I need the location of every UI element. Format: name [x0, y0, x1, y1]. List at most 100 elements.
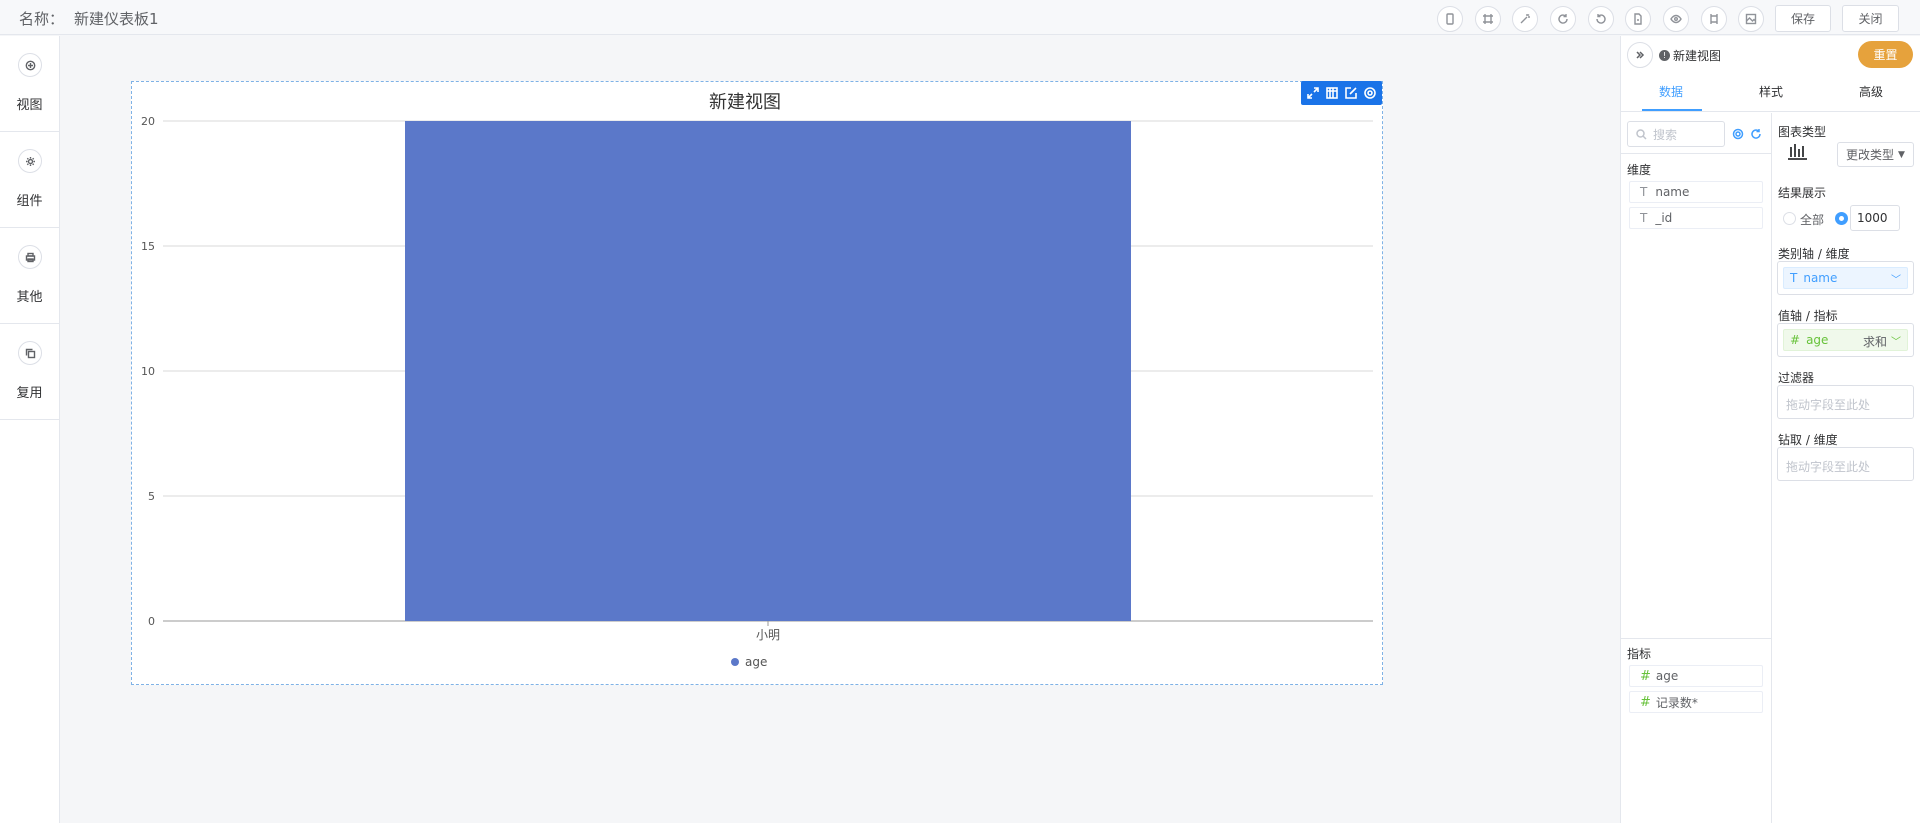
y-tick-label: 10 — [141, 365, 155, 378]
sidebar-item-label: 复用 — [16, 386, 43, 401]
result-limit-radio[interactable] — [1835, 212, 1848, 225]
change-type-dropdown[interactable]: 更改类型 ▼ — [1837, 142, 1914, 167]
component-sidebar: 视图 组件 其他 复用 — [0, 36, 60, 823]
x-tick-label: 小明 — [756, 628, 780, 642]
chart-config: 图表类型 更改类型 ▼ 结果展示 全部 1000 类别轴 / 维度 Tname ﹀ … — [1772, 113, 1920, 823]
number-type-icon: # — [1640, 668, 1651, 684]
dimension-section-label: 维度 — [1627, 163, 1652, 177]
caret-down-icon: ▼ — [1898, 149, 1905, 160]
copy-icon — [25, 348, 35, 358]
eye-icon — [1670, 14, 1682, 24]
bar[interactable] — [405, 121, 1131, 621]
field-search-input[interactable]: 搜索 — [1627, 121, 1725, 147]
legend-marker[interactable] — [731, 658, 739, 666]
sidebar-item-other[interactable]: 其他 — [0, 228, 59, 324]
chart-title: 新建视图 — [709, 92, 781, 113]
sidebar-item-reuse[interactable]: 复用 — [0, 324, 59, 420]
dataset-settings-button[interactable] — [1732, 128, 1744, 140]
aggregation-label: 求和 — [1862, 335, 1887, 349]
dashboard-name[interactable]: 新建仪表板1 — [74, 10, 159, 28]
grid-button[interactable] — [1475, 6, 1501, 32]
y-tick-label: 5 — [148, 490, 155, 503]
undo-icon — [1596, 14, 1606, 24]
view-title: ! 新建视图 — [1659, 47, 1721, 64]
bar-chart-icon[interactable] — [1786, 141, 1808, 161]
sidebar-item-label: 视图 — [16, 98, 43, 113]
drill-dropzone[interactable]: 拖动字段至此处 — [1777, 447, 1914, 481]
y-tick-label: 15 — [141, 240, 155, 253]
refresh-button[interactable] — [1550, 6, 1576, 32]
search-icon — [1636, 128, 1647, 140]
background-button[interactable] — [1738, 6, 1764, 32]
document-button[interactable] — [1625, 6, 1651, 32]
filter-placeholder: 拖动字段至此处 — [1786, 398, 1871, 412]
sidebar-item-component[interactable]: 组件 — [0, 132, 59, 228]
bar-chart[interactable]: 新建视图 0 5 10 15 20 小明 age — [131, 81, 1383, 685]
dimension-field[interactable]: T _id — [1629, 207, 1763, 229]
chevron-down-icon[interactable]: ﹀ — [1891, 271, 1901, 286]
view-name: 新建视图 — [1673, 49, 1722, 63]
tab-data[interactable]: 数据 — [1621, 78, 1721, 112]
reset-button[interactable]: 重置 — [1858, 41, 1913, 68]
legend-label[interactable]: age — [745, 655, 767, 669]
sidebar-item-view[interactable]: 视图 — [0, 36, 59, 132]
double-chevron-right-icon — [1636, 51, 1645, 59]
result-all-radio[interactable] — [1783, 212, 1796, 225]
sidebar-item-label: 组件 — [16, 194, 43, 209]
printer-icon — [25, 252, 35, 262]
value-axis-label: 值轴 / 指标 — [1778, 309, 1838, 323]
table-icon[interactable] — [1325, 86, 1339, 100]
measure-field[interactable]: # age — [1629, 665, 1763, 687]
undo-button[interactable] — [1588, 6, 1614, 32]
linkage-button[interactable] — [1701, 6, 1727, 32]
fullscreen-icon[interactable] — [1306, 86, 1320, 100]
value-field-pill[interactable]: # age 求和 ﹀ — [1783, 329, 1908, 351]
edit-icon[interactable] — [1344, 86, 1358, 100]
filter-dropzone[interactable]: 拖动字段至此处 — [1777, 385, 1914, 419]
number-type-icon: # — [1790, 333, 1801, 347]
refresh-icon — [1558, 14, 1568, 24]
preview-button[interactable] — [1663, 6, 1689, 32]
result-all-label: 全部 — [1800, 213, 1825, 227]
magic-wand-icon — [1520, 14, 1530, 24]
dashboard-canvas[interactable]: 新建视图 0 5 10 15 20 小明 age — [61, 36, 1619, 823]
refresh-fields-button[interactable] — [1750, 128, 1762, 140]
measure-section-label: 指标 — [1627, 647, 1652, 661]
y-tick-label: 20 — [141, 115, 155, 128]
panel-header: ! 新建视图 重置 — [1621, 36, 1920, 72]
tab-style[interactable]: 样式 — [1721, 78, 1821, 112]
plus-circle-icon — [25, 60, 35, 70]
result-display-label: 结果展示 — [1778, 186, 1827, 200]
refresh-icon — [1751, 129, 1761, 139]
document-icon — [1634, 13, 1642, 25]
tab-advanced[interactable]: 高级 — [1821, 78, 1920, 112]
number-type-icon: # — [1640, 694, 1651, 710]
value-axis-dropzone[interactable]: # age 求和 ﹀ — [1777, 323, 1914, 357]
text-type-icon: T — [1640, 185, 1648, 199]
mobile-icon — [1446, 13, 1454, 25]
chevron-down-icon[interactable]: ﹀ — [1891, 333, 1901, 348]
sidebar-item-label: 其他 — [16, 290, 43, 305]
save-button[interactable]: 保存 — [1775, 5, 1831, 32]
collapse-panel-button[interactable] — [1627, 42, 1653, 68]
measure-field[interactable]: # 记录数* — [1629, 691, 1763, 713]
category-axis-dropzone[interactable]: Tname ﹀ — [1777, 261, 1914, 295]
settings-icon[interactable] — [1363, 86, 1377, 100]
active-tab-indicator — [1642, 109, 1702, 111]
drill-placeholder: 拖动字段至此处 — [1786, 460, 1871, 474]
category-field-pill[interactable]: Tname ﹀ — [1783, 267, 1908, 289]
linkage-icon — [1710, 14, 1718, 24]
gear-icon — [25, 156, 35, 166]
view-toolbar — [1301, 81, 1382, 105]
magic-button[interactable] — [1512, 6, 1538, 32]
grid-icon — [1483, 14, 1493, 24]
text-type-icon: T — [1640, 211, 1648, 225]
info-icon: ! — [1659, 50, 1670, 61]
dimension-field[interactable]: Tname — [1629, 181, 1763, 203]
drill-label: 钻取 / 维度 — [1778, 433, 1838, 447]
close-button[interactable]: 关闭 — [1842, 5, 1899, 32]
gear-icon — [1732, 128, 1744, 140]
chart-type-label: 图表类型 — [1778, 125, 1827, 139]
result-limit-input[interactable]: 1000 — [1850, 205, 1900, 231]
mobile-layout-button[interactable] — [1437, 6, 1463, 32]
